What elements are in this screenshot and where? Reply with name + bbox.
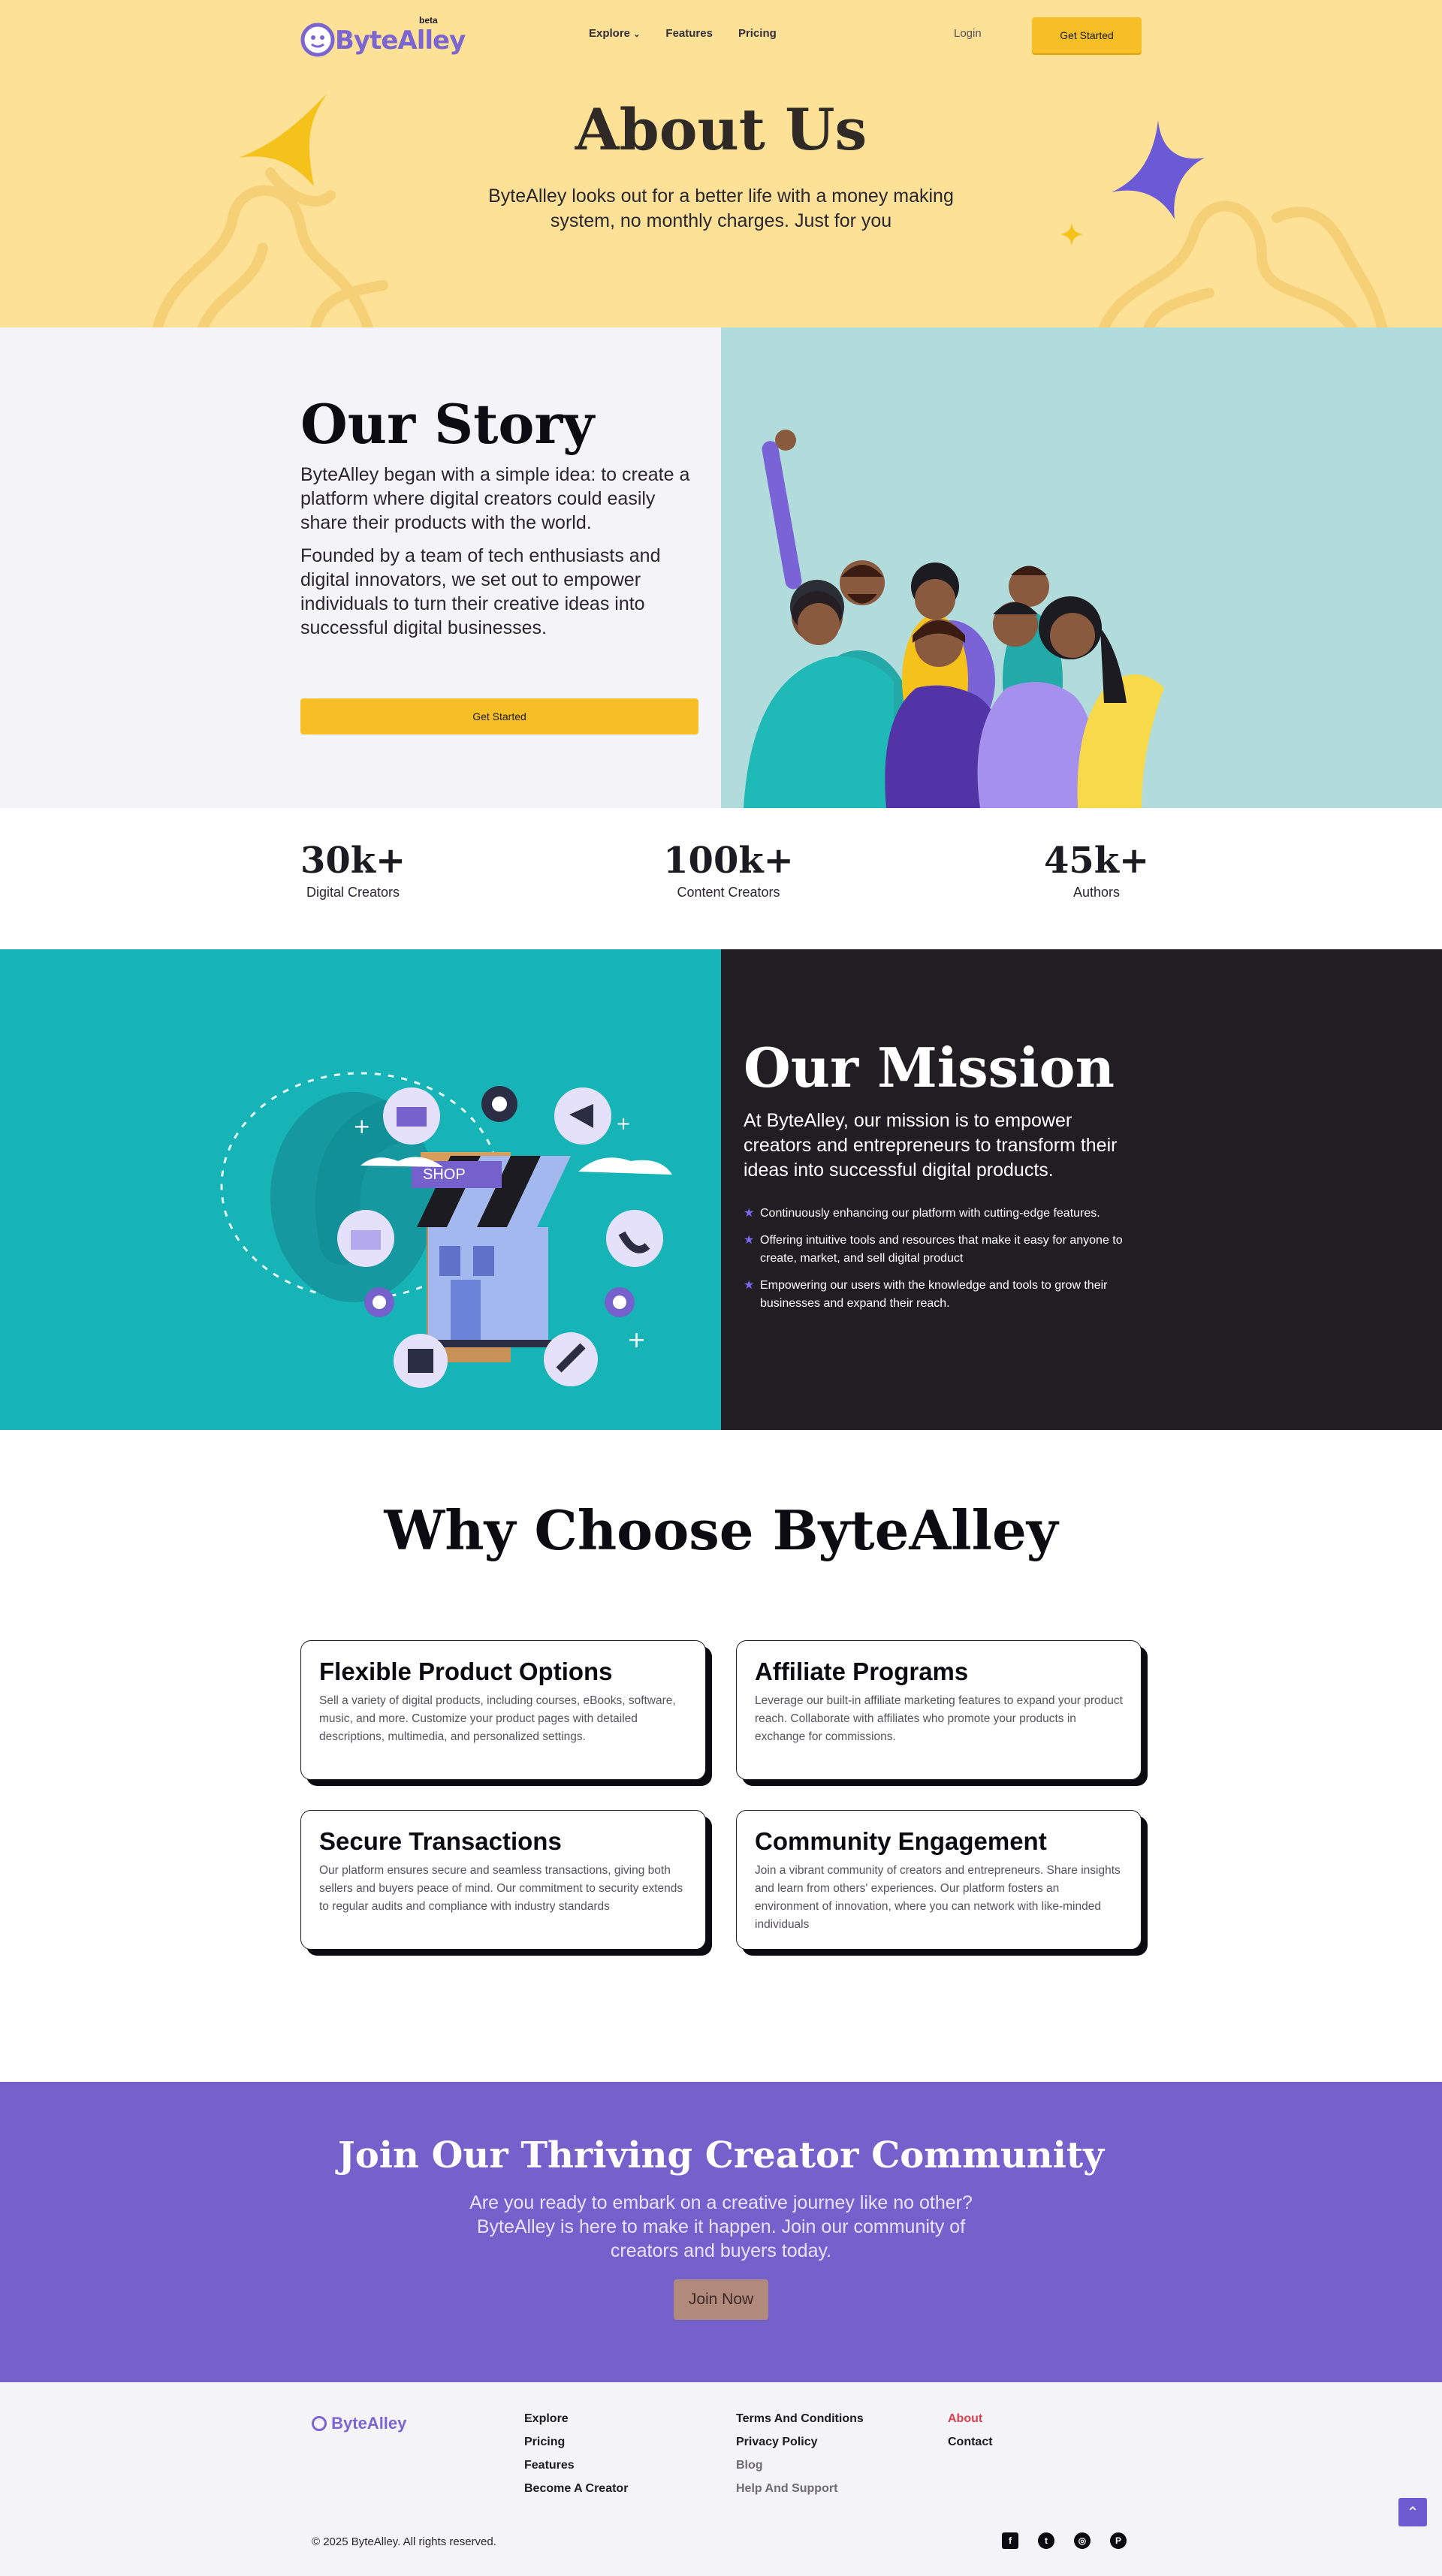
join-now-button[interactable]: Join Now bbox=[674, 2279, 768, 2320]
nav-explore-label: Explore bbox=[589, 27, 631, 40]
get-started-button[interactable]: Get Started bbox=[1032, 17, 1142, 53]
footer-link-help[interactable]: Help And Support bbox=[736, 2482, 864, 2496]
footer: ByteAlley Explore Pricing Features Becom… bbox=[0, 2382, 1442, 2576]
dribbble-icon[interactable]: ◎ bbox=[1074, 2532, 1091, 2549]
list-item: ★ Offering intuitive tools and resources … bbox=[744, 1232, 1142, 1268]
nav-links: Explore ⌄ Features Pricing bbox=[589, 27, 777, 40]
mission-list: ★ Continuously enhancing our platform wit… bbox=[744, 1205, 1142, 1322]
footer-link-blog[interactable]: Blog bbox=[736, 2459, 864, 2472]
card-text: Leverage our built-in affiliate marketin… bbox=[755, 1694, 1123, 1743]
stat-digital-creators: 30k+ Digital Creators bbox=[300, 840, 406, 900]
stat-label: Content Creators bbox=[677, 885, 780, 900]
social-links: f t ◎ P bbox=[1002, 2532, 1127, 2549]
stat-authors: 45k+ Authors bbox=[1044, 840, 1149, 900]
stat-label: Authors bbox=[1072, 885, 1121, 900]
logo-mascot-icon bbox=[312, 2416, 327, 2431]
page-title: About Us bbox=[575, 96, 867, 163]
scroll-to-top-button[interactable]: ⌃ bbox=[1398, 2498, 1427, 2526]
star-bullet-icon: ★ bbox=[744, 1279, 755, 1292]
footer-col-3: About Contact bbox=[948, 2412, 993, 2459]
feature-card: Secure Transactions Our platform ensures… bbox=[300, 1810, 706, 1950]
story-text: ByteAlley began with a simple idea: to c… bbox=[300, 463, 698, 649]
logo-text: ByteAlley bbox=[335, 26, 466, 56]
nav-explore[interactable]: Explore ⌄ bbox=[589, 27, 640, 40]
card-title: Affiliate Programs bbox=[755, 1658, 969, 1685]
stat-value: 100k+ bbox=[663, 840, 794, 882]
card-title: Community Engagement bbox=[755, 1827, 1047, 1855]
community-title: Join Our Thriving Creator Community bbox=[338, 2134, 1104, 2176]
mission-illustration: SHOP + + + bbox=[0, 949, 721, 1430]
chevron-down-icon: ⌄ bbox=[633, 30, 641, 39]
mission-item-text: Offering intuitive tools and resources t… bbox=[760, 1234, 1123, 1265]
copyright: © 2025 ByteAlley. All rights reserved. bbox=[312, 2535, 496, 2548]
card-text: Join a vibrant community of creators and… bbox=[755, 1864, 1121, 1931]
mission-item-text: Continuously enhancing our platform with… bbox=[760, 1207, 1100, 1220]
footer-link-privacy[interactable]: Privacy Policy bbox=[736, 2436, 864, 2449]
footer-link-pricing[interactable]: Pricing bbox=[524, 2436, 628, 2449]
mission-item-text: Empowering our users with the knowledge … bbox=[760, 1279, 1108, 1310]
footer-link-terms[interactable]: Terms And Conditions bbox=[736, 2412, 864, 2426]
top-nav: ByteAlley beta Explore ⌄ Features Pricin… bbox=[0, 0, 1442, 71]
footer-col-2: Terms And Conditions Privacy Policy Blog… bbox=[736, 2412, 864, 2505]
footer-link-become-creator[interactable]: Become A Creator bbox=[524, 2482, 628, 2496]
feature-card: Community Engagement Join a vibrant comm… bbox=[736, 1810, 1142, 1950]
footer-link-features[interactable]: Features bbox=[524, 2459, 628, 2472]
logo-mascot-icon bbox=[300, 23, 335, 57]
star-bullet-icon: ★ bbox=[744, 1207, 755, 1220]
stat-label: Digital Creators bbox=[306, 885, 400, 900]
footer-link-about[interactable]: About bbox=[948, 2412, 993, 2426]
footer-col-1: Explore Pricing Features Become A Creato… bbox=[524, 2412, 628, 2505]
story-section bbox=[0, 327, 1442, 808]
feature-card: Flexible Product Options Sell a variety … bbox=[300, 1640, 706, 1780]
hero-subtitle: ByteAlley looks out for a better life wi… bbox=[488, 186, 954, 231]
shop-sign: SHOP bbox=[423, 1166, 466, 1183]
footer-logo[interactable]: ByteAlley bbox=[312, 2414, 406, 2433]
svg-text:+: + bbox=[353, 1114, 370, 1139]
beta-badge: beta bbox=[419, 15, 438, 26]
community-text: Are you ready to embark on a creative jo… bbox=[469, 2192, 973, 2261]
stat-content-creators: 100k+ Content Creators bbox=[661, 840, 796, 900]
card-title: Secure Transactions bbox=[319, 1827, 562, 1855]
nav-features[interactable]: Features bbox=[665, 27, 713, 40]
story-paragraph-1: ByteAlley began with a simple idea: to c… bbox=[300, 464, 690, 533]
stat-value: 30k+ bbox=[300, 840, 406, 882]
story-get-started-button[interactable]: Get Started bbox=[300, 698, 698, 734]
chevron-up-icon: ⌃ bbox=[1406, 2504, 1419, 2521]
story-paragraph-2: Founded by a team of tech enthusiasts an… bbox=[300, 545, 661, 638]
story-title: Our Story bbox=[300, 392, 595, 456]
sparkle-small-icon bbox=[1060, 222, 1083, 246]
nav-pricing[interactable]: Pricing bbox=[738, 27, 777, 40]
card-text: Our platform ensures secure and seamless… bbox=[319, 1864, 683, 1913]
list-item: ★ Empowering our users with the knowledge… bbox=[744, 1277, 1142, 1313]
svg-text:+: + bbox=[627, 1327, 646, 1353]
facebook-icon[interactable]: f bbox=[1002, 2532, 1018, 2549]
card-text: Sell a variety of digital products, incl… bbox=[319, 1694, 676, 1743]
svg-text:+: + bbox=[616, 1113, 631, 1134]
story-illustration bbox=[721, 327, 1442, 808]
pinterest-icon[interactable]: P bbox=[1110, 2532, 1127, 2549]
mission-title: Our Mission bbox=[744, 1036, 1115, 1099]
team-illustration bbox=[744, 430, 1164, 808]
footer-logo-text: ByteAlley bbox=[331, 2414, 407, 2433]
footer-link-contact[interactable]: Contact bbox=[948, 2436, 993, 2449]
list-item: ★ Continuously enhancing our platform wit… bbox=[744, 1205, 1142, 1223]
mission-intro: At ByteAlley, our mission is to empower … bbox=[744, 1110, 1118, 1181]
community-section: Join Our Thriving Creator Community Are … bbox=[0, 2082, 1442, 2382]
card-title: Flexible Product Options bbox=[319, 1658, 613, 1685]
hero-section: ByteAlley beta Explore ⌄ Features Pricin… bbox=[0, 0, 1442, 327]
logo[interactable]: ByteAlley beta bbox=[300, 15, 466, 60]
feature-card: Affiliate Programs Leverage our built-in… bbox=[736, 1640, 1142, 1780]
why-title: Why Choose ByteAlley bbox=[384, 1498, 1058, 1562]
footer-link-explore[interactable]: Explore bbox=[524, 2412, 628, 2426]
stat-value: 45k+ bbox=[1044, 840, 1150, 882]
star-bullet-icon: ★ bbox=[744, 1234, 755, 1247]
login-link[interactable]: Login bbox=[954, 27, 982, 40]
mission-content: Our Mission At ByteAlley, our mission is… bbox=[721, 949, 1442, 1430]
shop-illustration: SHOP + + + bbox=[220, 1072, 672, 1388]
twitter-icon[interactable]: t bbox=[1038, 2532, 1054, 2549]
